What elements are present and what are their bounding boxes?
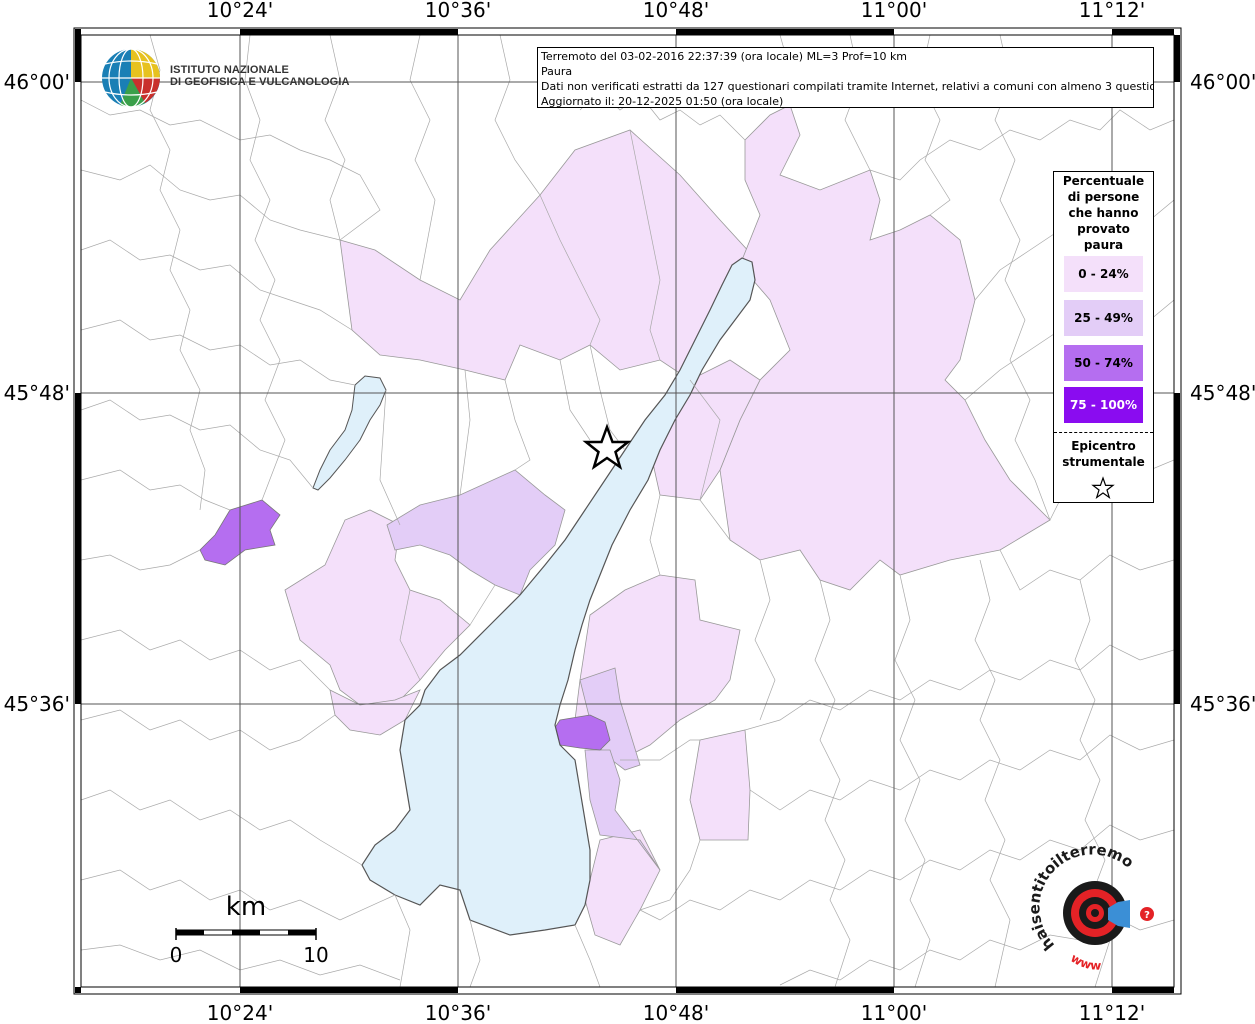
svg-text:?: ?	[1144, 910, 1150, 921]
ingv-line-1: ISTITUTO NAZIONALE	[170, 64, 289, 76]
legend: Percentuale di persone che hanno provato…	[1053, 171, 1154, 503]
scale-unit: km	[226, 892, 266, 922]
scale-max: 10	[303, 943, 328, 967]
lon-tick-label: 11°12'	[1079, 1001, 1145, 1024]
legend-title-line: paura	[1083, 238, 1124, 252]
legend-item-0-24: 0 - 24%	[1064, 256, 1143, 292]
lon-tick-label: 11°00'	[861, 1001, 927, 1024]
legend-item-75-100: 75 - 100%	[1064, 387, 1143, 423]
legend-title-line: Percentuale	[1062, 174, 1145, 188]
lat-tick-label: 45°48'	[4, 381, 70, 405]
lon-ticks-bottom: 10°24' 10°36' 10°48' 11°00' 11°12'	[207, 1001, 1145, 1024]
ingv-logo-text: ISTITUTO NAZIONALE DI GEOFISICA E VULCAN…	[170, 64, 350, 88]
legend-item-50-74: 50 - 74%	[1064, 345, 1143, 381]
updated-at: Aggiornato il: 20-12-2025 01:50 (ora loc…	[541, 95, 784, 108]
legend-title-line: che hanno	[1068, 206, 1139, 220]
lon-tick-label: 10°24'	[207, 0, 273, 22]
lon-tick-label: 10°36'	[425, 1001, 491, 1024]
legend-epicenter-line: Epicentro	[1071, 439, 1136, 453]
legend-title-line: di persone	[1067, 190, 1140, 204]
event-title: Terremoto del 03-02-2016 22:37:39 (ora l…	[541, 50, 908, 63]
scale-min: 0	[170, 943, 183, 967]
data-note: Dati non verificati estratti da 127 ques…	[541, 80, 1154, 93]
legend-item-25-49: 25 - 49%	[1064, 300, 1143, 336]
lon-tick-label: 11°12'	[1079, 0, 1145, 22]
ingv-line-2: DI GEOFISICA E VULCANOLOGIA	[170, 76, 350, 88]
lat-ticks-right: 46°00' 45°48' 45°36'	[1190, 70, 1255, 716]
lon-tick-label: 10°36'	[425, 0, 491, 22]
ingv-logo-icon	[102, 48, 160, 108]
legend-epicenter-label: Epicentro strumentale	[1054, 438, 1153, 470]
lon-tick-label: 10°48'	[643, 0, 709, 22]
lon-tick-label: 10°24'	[207, 1001, 273, 1024]
region-south2-0-24	[689, 729, 751, 841]
lat-tick-label: 45°48'	[1190, 381, 1255, 405]
event-info-box: Terremoto del 03-02-2016 22:37:39 (ora l…	[537, 47, 1154, 108]
lat-ticks-left: 46°00' 45°48' 45°36'	[4, 70, 70, 716]
legend-title: Percentuale di persone che hanno provato…	[1054, 172, 1153, 253]
lon-tick-label: 10°48'	[643, 1001, 709, 1024]
lon-tick-label: 11°00'	[861, 0, 927, 22]
legend-title-line: provato	[1077, 222, 1130, 236]
intensity-map: 10°24' 10°36' 10°48' 11°00' 11°12' 10°24…	[0, 0, 1255, 1024]
map-type: Paura	[541, 65, 573, 78]
legend-separator	[1054, 432, 1153, 433]
lat-tick-label: 46°00'	[1190, 70, 1255, 94]
lat-tick-label: 45°36'	[1190, 692, 1255, 716]
star-icon	[1091, 476, 1115, 500]
lon-ticks-top: 10°24' 10°36' 10°48' 11°00' 11°12'	[207, 0, 1145, 22]
legend-epicenter-line: strumentale	[1062, 455, 1145, 469]
lat-tick-label: 46°00'	[4, 70, 70, 94]
lat-tick-label: 45°36'	[4, 692, 70, 716]
